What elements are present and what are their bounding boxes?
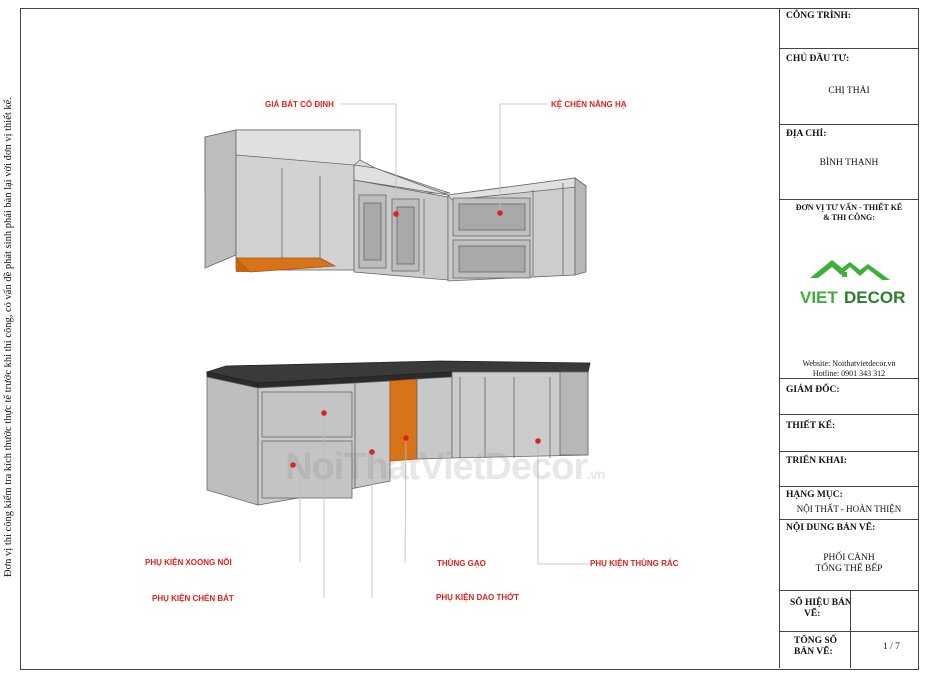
content-value-2: TỔNG THỂ BẾP xyxy=(815,564,883,574)
callout-trash-bin: PHỤ KIỆN THÙNG RÁC xyxy=(590,559,679,568)
row-design: THIẾT KẾ: xyxy=(780,415,918,452)
hotline: Hotline: 0901 343 312 xyxy=(812,369,886,378)
website: Website: Noithatvietdecor.vn xyxy=(802,359,896,368)
row-total: TỔNG SỐ BẢN VẼ: 1 / 7 xyxy=(780,632,918,668)
callout-knife-accessory: PHỤ KIỆN DAO THỚT xyxy=(436,593,519,602)
callout-fixed-dish-rack: GIÁ BÁT CỐ ĐỊNH xyxy=(265,100,334,109)
row-sheet-no: SỐ HIỆU BẢN VẼ: xyxy=(780,591,918,632)
total-value: 1 / 7 xyxy=(883,642,900,652)
content-label: NỘI DUNG BẢN VẼ: xyxy=(786,523,876,533)
deploy-label: TRIỂN KHAI: xyxy=(786,456,847,466)
row-category: HẠNG MỤC: NỘI THẤT - HOÀN THIỆN xyxy=(780,487,918,520)
content-value-1: PHỐI CẢNH xyxy=(823,553,875,563)
company-label-2: & THI CÔNG: xyxy=(823,213,875,222)
owner-value: CHỊ THẢI xyxy=(828,86,870,96)
logo-text-decor: DECOR xyxy=(844,288,905,307)
callout-pot-accessory: PHỤ KIỆN XOONG NỒI xyxy=(145,558,232,567)
design-label: THIẾT KẾ: xyxy=(786,421,836,431)
upper-cabinets xyxy=(204,129,588,282)
category-label: HẠNG MỤC: xyxy=(786,490,843,500)
total-label-1: TỔNG SỐ xyxy=(794,636,838,646)
owner-label: CHỦ ĐẦU TƯ: xyxy=(786,54,850,64)
logo-text-viet: VIET xyxy=(800,288,838,307)
row-deploy: TRIỂN KHAI: xyxy=(780,452,918,487)
sheet-no-label-1: SỐ HIỆU BẢN xyxy=(790,598,852,608)
row-address: ĐỊA CHỈ: BÌNH THẠNH xyxy=(780,125,918,200)
company-label-1: ĐƠN VỊ TƯ VẤN - THIẾT KẾ xyxy=(795,203,903,212)
row-company: ĐƠN VỊ TƯ VẤN - THIẾT KẾ & THI CÔNG: VIE… xyxy=(780,200,918,379)
row-project: CÔNG TRÌNH: xyxy=(780,8,918,49)
kitchen-drawing xyxy=(204,103,591,598)
watermark: NoiThatVietDecor.vn xyxy=(285,446,605,488)
title-block: CÔNG TRÌNH: CHỦ ĐẦU TƯ: CHỊ THẢI ĐỊA CHỈ… xyxy=(779,8,918,668)
callout-lift-rack: KỆ CHÉN NÂNG HẠ xyxy=(551,100,627,109)
callout-dish-accessory: PHỤ KIỆN CHÉN BÁT xyxy=(152,594,234,603)
row-content: NỘI DUNG BẢN VẼ: PHỐI CẢNH TỔNG THỂ BẾP xyxy=(780,520,918,591)
category-value: NỘI THẤT - HOÀN THIỆN xyxy=(796,504,902,514)
address-label: ĐỊA CHỈ: xyxy=(786,129,827,139)
address-value: BÌNH THẠNH xyxy=(819,158,879,168)
viet-decor-logo: VIET DECOR xyxy=(800,260,905,307)
callout-rice-bin: THÙNG GẠO xyxy=(437,559,486,568)
row-director: GIÁM ĐỐC: xyxy=(780,379,918,415)
project-label: CÔNG TRÌNH: xyxy=(786,11,852,21)
director-label: GIÁM ĐỐC: xyxy=(786,385,840,395)
row-owner: CHỦ ĐẦU TƯ: CHỊ THẢI xyxy=(780,49,918,125)
sheet-no-label-2: VẼ: xyxy=(804,609,821,619)
total-label-2: BẢN VẼ: xyxy=(794,647,833,657)
